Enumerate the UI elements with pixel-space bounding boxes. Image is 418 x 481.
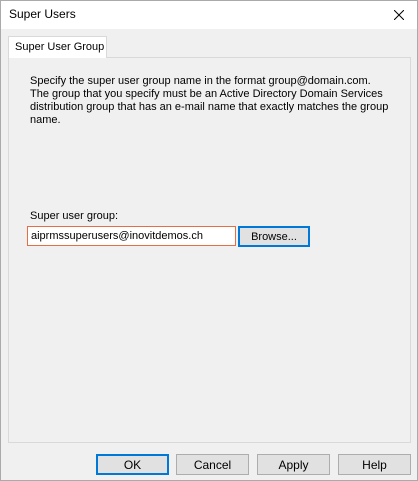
help-button[interactable]: Help (338, 454, 411, 475)
super-users-dialog: Super Users Super User Group Specify the… (0, 0, 418, 481)
tab-super-user-group[interactable]: Super User Group (8, 36, 107, 58)
cancel-button[interactable]: Cancel (176, 454, 249, 475)
title-bar: Super Users (1, 1, 417, 29)
apply-button[interactable]: Apply (257, 454, 330, 475)
browse-button[interactable]: Browse... (238, 226, 310, 247)
close-button[interactable] (381, 1, 417, 29)
close-icon (394, 10, 404, 20)
super-user-group-input[interactable] (27, 226, 236, 246)
instructions-text: Specify the super user group name in the… (30, 75, 389, 126)
tab-panel: Specify the super user group name in the… (8, 57, 411, 443)
tab-label: Super User Group (15, 41, 105, 53)
window-title: Super Users (9, 7, 76, 21)
super-user-group-label: Super user group: (30, 210, 119, 222)
ok-button[interactable]: OK (96, 454, 169, 475)
